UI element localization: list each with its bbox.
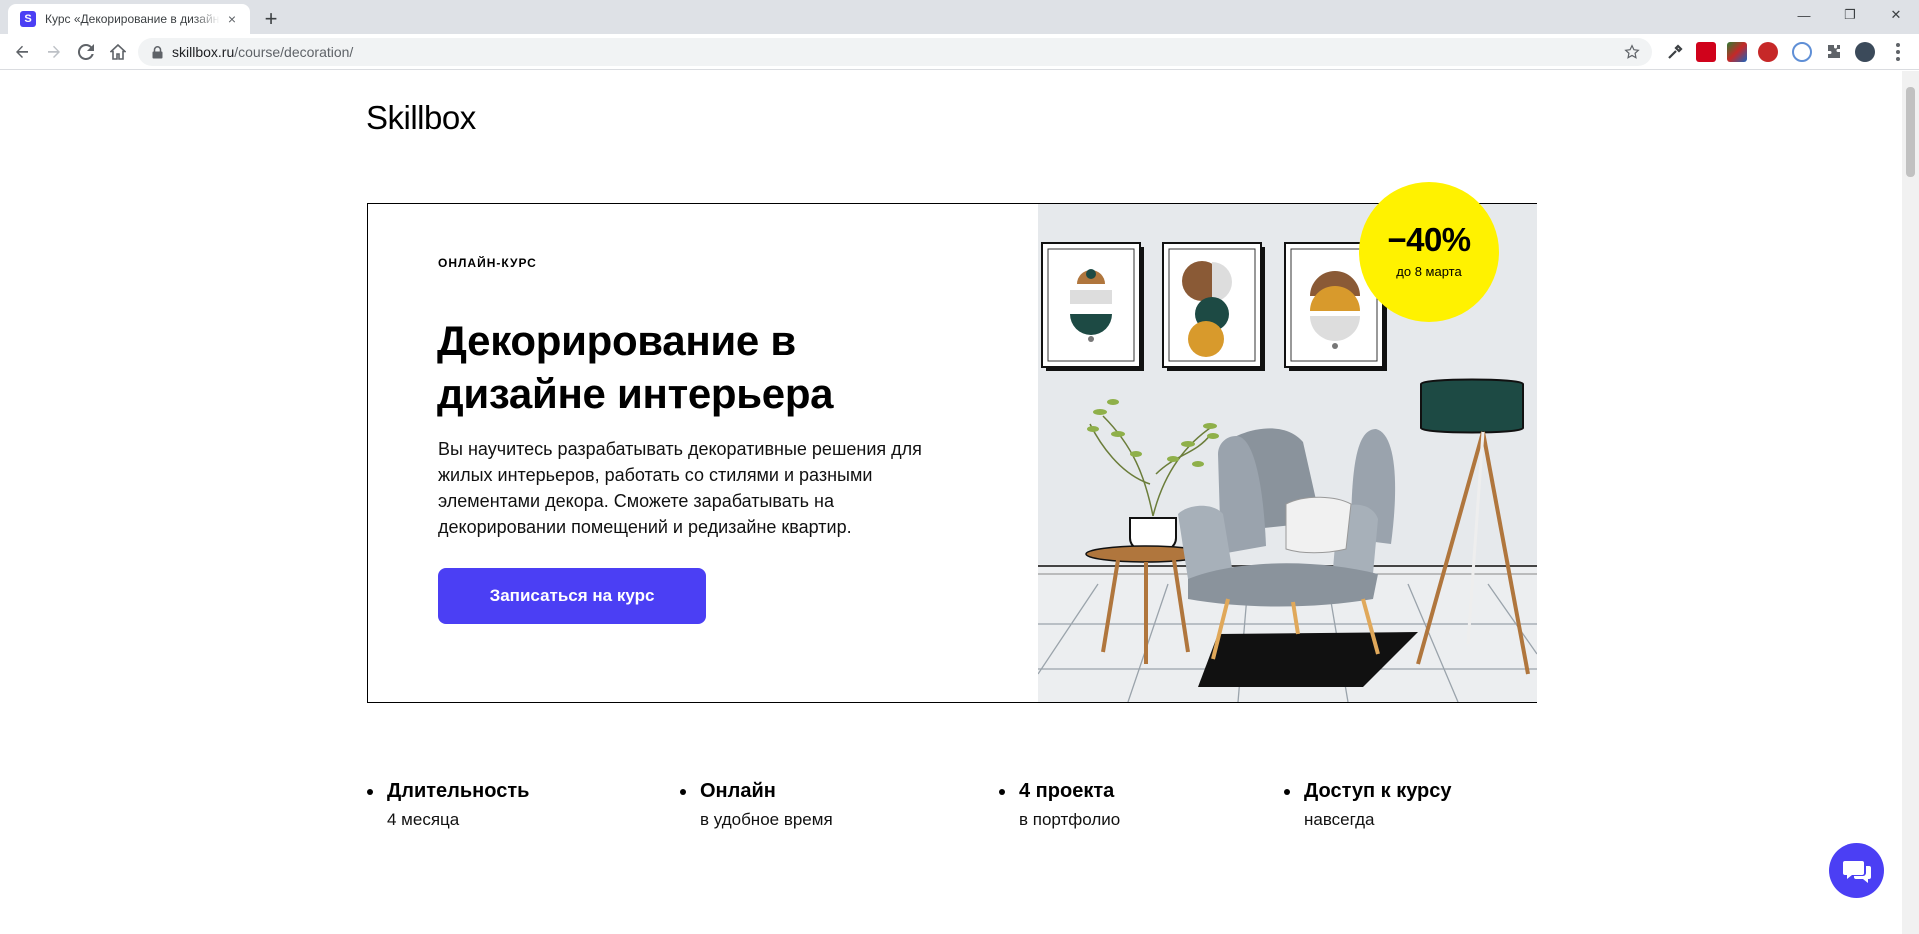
hero-banner: ОНЛАЙН-КУРС Декорирование в дизайне инте… bbox=[367, 182, 1537, 703]
feature-access: Доступ к курсу навсегда bbox=[1283, 779, 1452, 830]
address-bar[interactable]: skillbox.ru/course/decoration/ bbox=[138, 38, 1652, 66]
feature-subtitle: навсегда bbox=[1304, 810, 1375, 829]
discount-value: −40% bbox=[1387, 220, 1471, 258]
tab-title: Курс «Декорирование в дизайне интерьера» bbox=[45, 12, 220, 26]
page-title: Декорирование в дизайне интерьера bbox=[437, 317, 834, 417]
restore-button[interactable]: ❐ bbox=[1827, 0, 1873, 30]
feature-subtitle: в удобное время bbox=[700, 810, 833, 829]
feature-title: Доступ к курсу bbox=[1283, 779, 1452, 803]
feature-online: Онлайн в удобное время bbox=[679, 779, 833, 830]
discount-until: до 8 марта bbox=[1396, 263, 1462, 279]
chat-button[interactable] bbox=[1829, 843, 1884, 898]
discount-badge: −40% до 8 марта bbox=[1359, 182, 1499, 322]
url-host: skillbox.ru bbox=[172, 44, 235, 60]
browser-tab[interactable]: S Курс «Декорирование в дизайне интерьер… bbox=[8, 4, 250, 34]
forward-arrow-icon[interactable] bbox=[40, 38, 68, 66]
vpn-extension-icon[interactable] bbox=[1792, 42, 1812, 62]
back-arrow-icon[interactable] bbox=[8, 38, 36, 66]
scrollbar-thumb[interactable] bbox=[1906, 87, 1915, 177]
url-text: skillbox.ru/course/decoration/ bbox=[172, 44, 353, 60]
puzzle-extensions-icon[interactable] bbox=[1824, 42, 1844, 62]
feature-title: Длительность bbox=[366, 779, 529, 803]
hero-label: ОНЛАЙН-КУРС bbox=[438, 256, 537, 270]
course-features: Длительность 4 месяца Онлайн в удобное в… bbox=[366, 779, 1546, 859]
menu-dots-icon[interactable] bbox=[1888, 42, 1908, 62]
reload-icon[interactable] bbox=[72, 38, 100, 66]
feature-duration: Длительность 4 месяца bbox=[366, 779, 529, 830]
skillbox-logo[interactable]: Skillbox bbox=[366, 99, 476, 137]
new-tab-button[interactable]: + bbox=[258, 6, 284, 32]
hero-description: Вы научитесь разрабатывать декоративные … bbox=[438, 439, 922, 537]
lock-icon[interactable] bbox=[150, 45, 164, 59]
tab-close-icon[interactable]: × bbox=[224, 11, 240, 27]
enroll-button[interactable]: Записаться на курс bbox=[438, 568, 706, 624]
minimize-button[interactable]: — bbox=[1781, 0, 1827, 30]
adblock-extension-icon[interactable] bbox=[1758, 42, 1778, 62]
feature-projects: 4 проекта в портфолио bbox=[998, 779, 1120, 830]
skillbox-favicon-icon: S bbox=[20, 11, 36, 27]
page-scrollbar[interactable] bbox=[1902, 71, 1919, 934]
browser-toolbar: skillbox.ru/course/decoration/ bbox=[0, 34, 1919, 70]
close-window-button[interactable]: ✕ bbox=[1873, 0, 1919, 30]
colorpicker-extension-icon[interactable] bbox=[1727, 42, 1747, 62]
eyedropper-extension-icon[interactable] bbox=[1665, 42, 1685, 62]
chat-icon bbox=[1842, 860, 1871, 883]
url-path: /course/decoration/ bbox=[234, 44, 354, 60]
star-icon[interactable] bbox=[1624, 44, 1640, 60]
profile-avatar[interactable] bbox=[1855, 42, 1875, 62]
tab-strip: S Курс «Декорирование в дизайне интерьер… bbox=[0, 0, 1919, 34]
home-icon[interactable] bbox=[104, 38, 132, 66]
feature-subtitle: в портфолио bbox=[1019, 810, 1121, 829]
pdf-extension-icon[interactable] bbox=[1696, 42, 1716, 62]
page-content: Skillbox ОНЛАЙН-КУРС Декорирование в диз… bbox=[0, 71, 1919, 934]
feature-title: 4 проекта bbox=[998, 779, 1120, 803]
feature-title: Онлайн bbox=[679, 779, 833, 803]
feature-subtitle: 4 месяца bbox=[387, 810, 460, 829]
